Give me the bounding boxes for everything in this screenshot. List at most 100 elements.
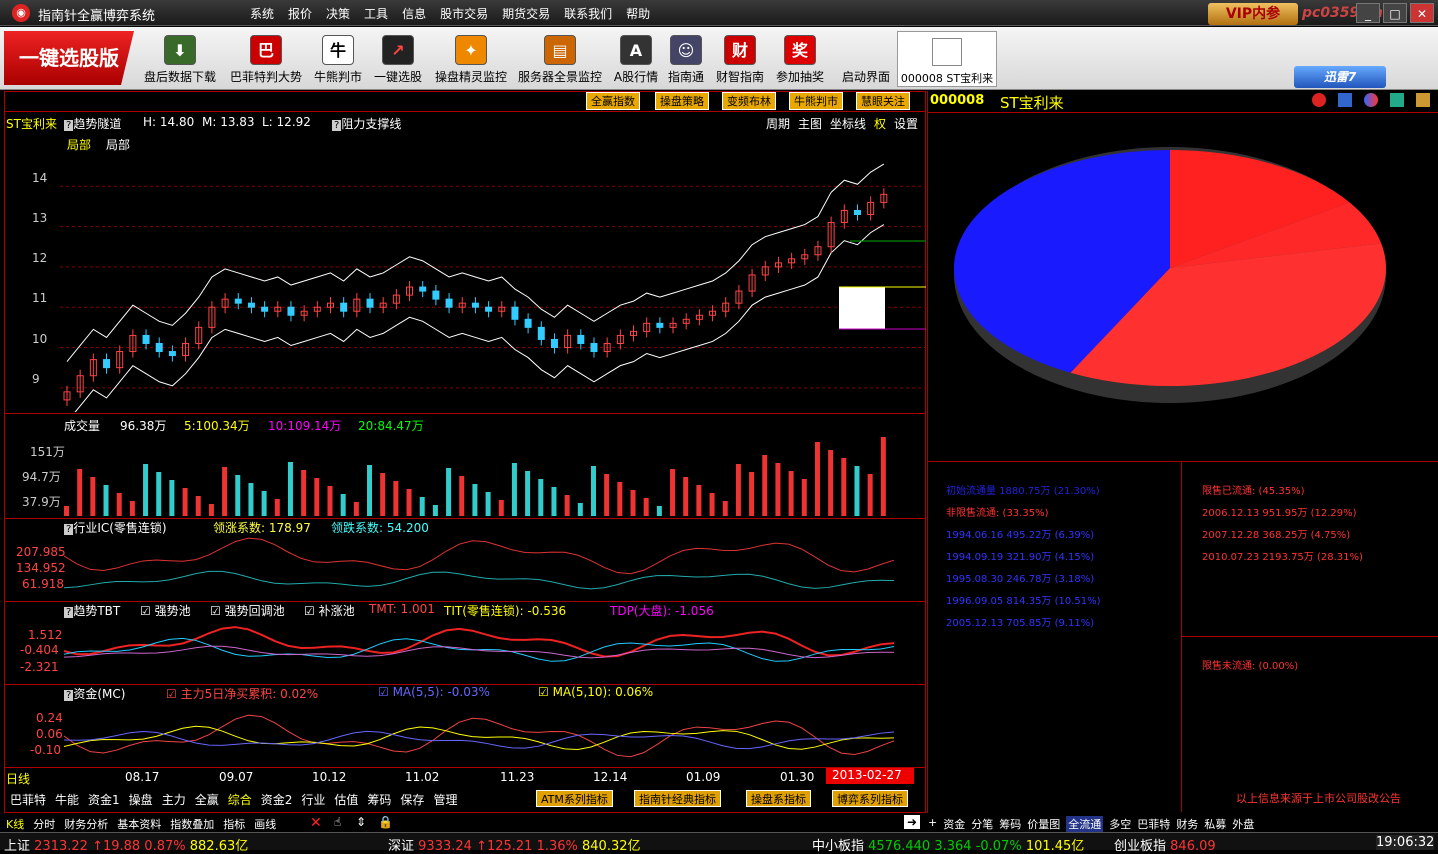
volume-bar: [577, 503, 583, 516]
xunlei-button[interactable]: 迅雷7: [1294, 66, 1386, 88]
tab-full-float[interactable]: 全流通: [1066, 816, 1104, 832]
tab-industry[interactable]: 行业: [301, 791, 325, 808]
ctrl-period[interactable]: 周期: [766, 115, 790, 132]
tab-chips[interactable]: 筹码: [999, 816, 1021, 832]
menu-info[interactable]: 信息: [402, 5, 426, 22]
stock-tab[interactable]: 000008 ST宝利来: [897, 31, 997, 87]
ctrl-settings[interactable]: 设置: [894, 115, 918, 132]
stock-tab-label: 000008 ST宝利来: [900, 72, 994, 85]
help-icon[interactable]: ?: [64, 524, 74, 535]
maximize-icon[interactable]: □: [1383, 3, 1407, 23]
ctrl-axis[interactable]: 坐标线: [830, 115, 866, 132]
lock-icon[interactable]: 🔒: [378, 815, 393, 829]
tab-price-volume[interactable]: 价量图: [1027, 816, 1060, 832]
tab-quanying[interactable]: 全赢: [195, 791, 219, 808]
hand-icon[interactable]: ☝: [334, 815, 341, 829]
tool-launch[interactable]: 启动界面: [826, 31, 906, 87]
tab-timeshare[interactable]: 分时: [33, 816, 55, 832]
tbt-strong[interactable]: ☑ 强势池: [140, 602, 191, 619]
tbt-tit: TIT(零售连锁): -0.536: [444, 604, 567, 618]
menu-tools[interactable]: 工具: [364, 5, 388, 22]
tab-financial[interactable]: 财务分析: [64, 816, 108, 832]
tag-game[interactable]: 博弈系列指标: [832, 790, 908, 807]
candle-body: [142, 334, 150, 344]
tab-indicator[interactable]: 指标: [223, 816, 245, 832]
record-icon[interactable]: [1312, 93, 1326, 107]
menu-quote[interactable]: 报价: [288, 5, 312, 22]
tag-trade[interactable]: 操盘系指标: [746, 790, 811, 807]
arrow-right-icon[interactable]: ➜: [904, 815, 920, 829]
tool-buffett[interactable]: 巴巴菲特判大势: [226, 31, 306, 87]
tab-fund2[interactable]: 资金2: [261, 791, 293, 808]
volume-bar: [485, 492, 491, 516]
tab-draw[interactable]: 画线: [254, 816, 276, 832]
candle-body: [261, 306, 269, 312]
btn-bollinger[interactable]: 变频布林: [722, 92, 776, 110]
vip-button[interactable]: VIP内参: [1208, 3, 1298, 25]
globe-icon[interactable]: [1364, 93, 1378, 107]
menu-futures-trade[interactable]: 期货交易: [502, 5, 550, 22]
menu-system[interactable]: 系统: [250, 5, 274, 22]
date-tick: 01.30: [780, 770, 815, 784]
help-icon[interactable]: ?: [64, 120, 74, 131]
tab-overlay[interactable]: 指数叠加: [170, 816, 214, 832]
menu-stock-trade[interactable]: 股市交易: [440, 5, 488, 22]
info-icon[interactable]: [1338, 93, 1352, 107]
tab-buffett2[interactable]: 巴菲特: [1137, 816, 1170, 832]
ticker-sme-chg: 3.364 -0.07%: [934, 839, 1022, 854]
tab-buffett[interactable]: 巴菲特: [10, 791, 46, 808]
close-icon[interactable]: ✕: [1410, 3, 1434, 23]
menu-decision[interactable]: 决策: [326, 5, 350, 22]
volume-bar: [340, 494, 346, 516]
btn-watch[interactable]: 慧眼关注: [856, 92, 910, 110]
date-tick: 11.02: [405, 770, 440, 784]
tab-fund1[interactable]: 资金1: [88, 791, 120, 808]
mc-ytick: 0.06: [36, 727, 63, 741]
ic-up: 领涨系数: 178.97: [213, 521, 311, 535]
tool-spirit[interactable]: ✦ 操盘精灵监控: [428, 31, 514, 87]
tbt-catchup[interactable]: ☑ 补涨池: [304, 602, 355, 619]
help-icon[interactable]: ?: [64, 607, 74, 618]
help-icon[interactable]: ?: [332, 120, 342, 131]
volume-bar: [248, 483, 254, 516]
btn-strategy[interactable]: 操盘策略: [655, 92, 709, 110]
btn-bull-bear[interactable]: 牛熊判市: [789, 92, 843, 110]
channel-lower: [74, 224, 885, 412]
bar-icon[interactable]: [1416, 93, 1430, 107]
volume-bar: [472, 484, 478, 516]
tab-kline[interactable]: K线: [6, 816, 24, 832]
tab-manage[interactable]: 管理: [433, 791, 457, 808]
tool-server[interactable]: ▤ 服务器全景监控: [514, 31, 606, 87]
tbt-pullback[interactable]: ☑ 强势回调池: [210, 602, 285, 619]
chart-icon[interactable]: [1390, 93, 1404, 107]
share-row: 1995.08.30 246.78万 (3.18%): [946, 574, 1095, 585]
tbt-title: ? 趋势TBT: [64, 602, 120, 619]
minimize-icon[interactable]: _: [1356, 3, 1380, 23]
tool-stock-pick[interactable]: ↗ 一键选股: [358, 31, 438, 87]
date-tick: 09.07: [219, 770, 254, 784]
tab-fund[interactable]: 资金: [943, 816, 965, 832]
ctrl-main[interactable]: 主图: [798, 115, 822, 132]
tab-ticks[interactable]: 分笔: [971, 816, 993, 832]
tab-trade[interactable]: 操盘: [129, 791, 153, 808]
tab-bull[interactable]: 牛能: [55, 791, 79, 808]
move-icon[interactable]: ⇕: [356, 815, 366, 829]
tab-valuation[interactable]: 估值: [334, 791, 358, 808]
tab-finance2[interactable]: 财务: [1176, 816, 1198, 832]
tab-basic[interactable]: 基本资料: [117, 816, 161, 832]
tab-chips[interactable]: 筹码: [367, 791, 391, 808]
tag-atm[interactable]: ATM系列指标: [536, 790, 613, 807]
menu-contact[interactable]: 联系我们: [564, 5, 612, 22]
tag-classic[interactable]: 指南针经典指标: [634, 790, 721, 807]
btn-quanying[interactable]: 全赢指数: [586, 92, 640, 110]
tab-save[interactable]: 保存: [400, 791, 424, 808]
tab-composite[interactable]: 综合: [228, 791, 252, 808]
tab-main[interactable]: 主力: [162, 791, 186, 808]
tab-private[interactable]: 私募: [1204, 816, 1226, 832]
delete-icon[interactable]: ✕: [310, 815, 322, 831]
tab-foreign[interactable]: 外盘: [1232, 816, 1254, 832]
ctrl-right[interactable]: 权: [874, 115, 886, 132]
tab-longshort[interactable]: 多空: [1109, 816, 1131, 832]
tool-download[interactable]: ⬇ 盘后数据下载: [140, 31, 220, 87]
menu-help[interactable]: 帮助: [626, 5, 650, 22]
